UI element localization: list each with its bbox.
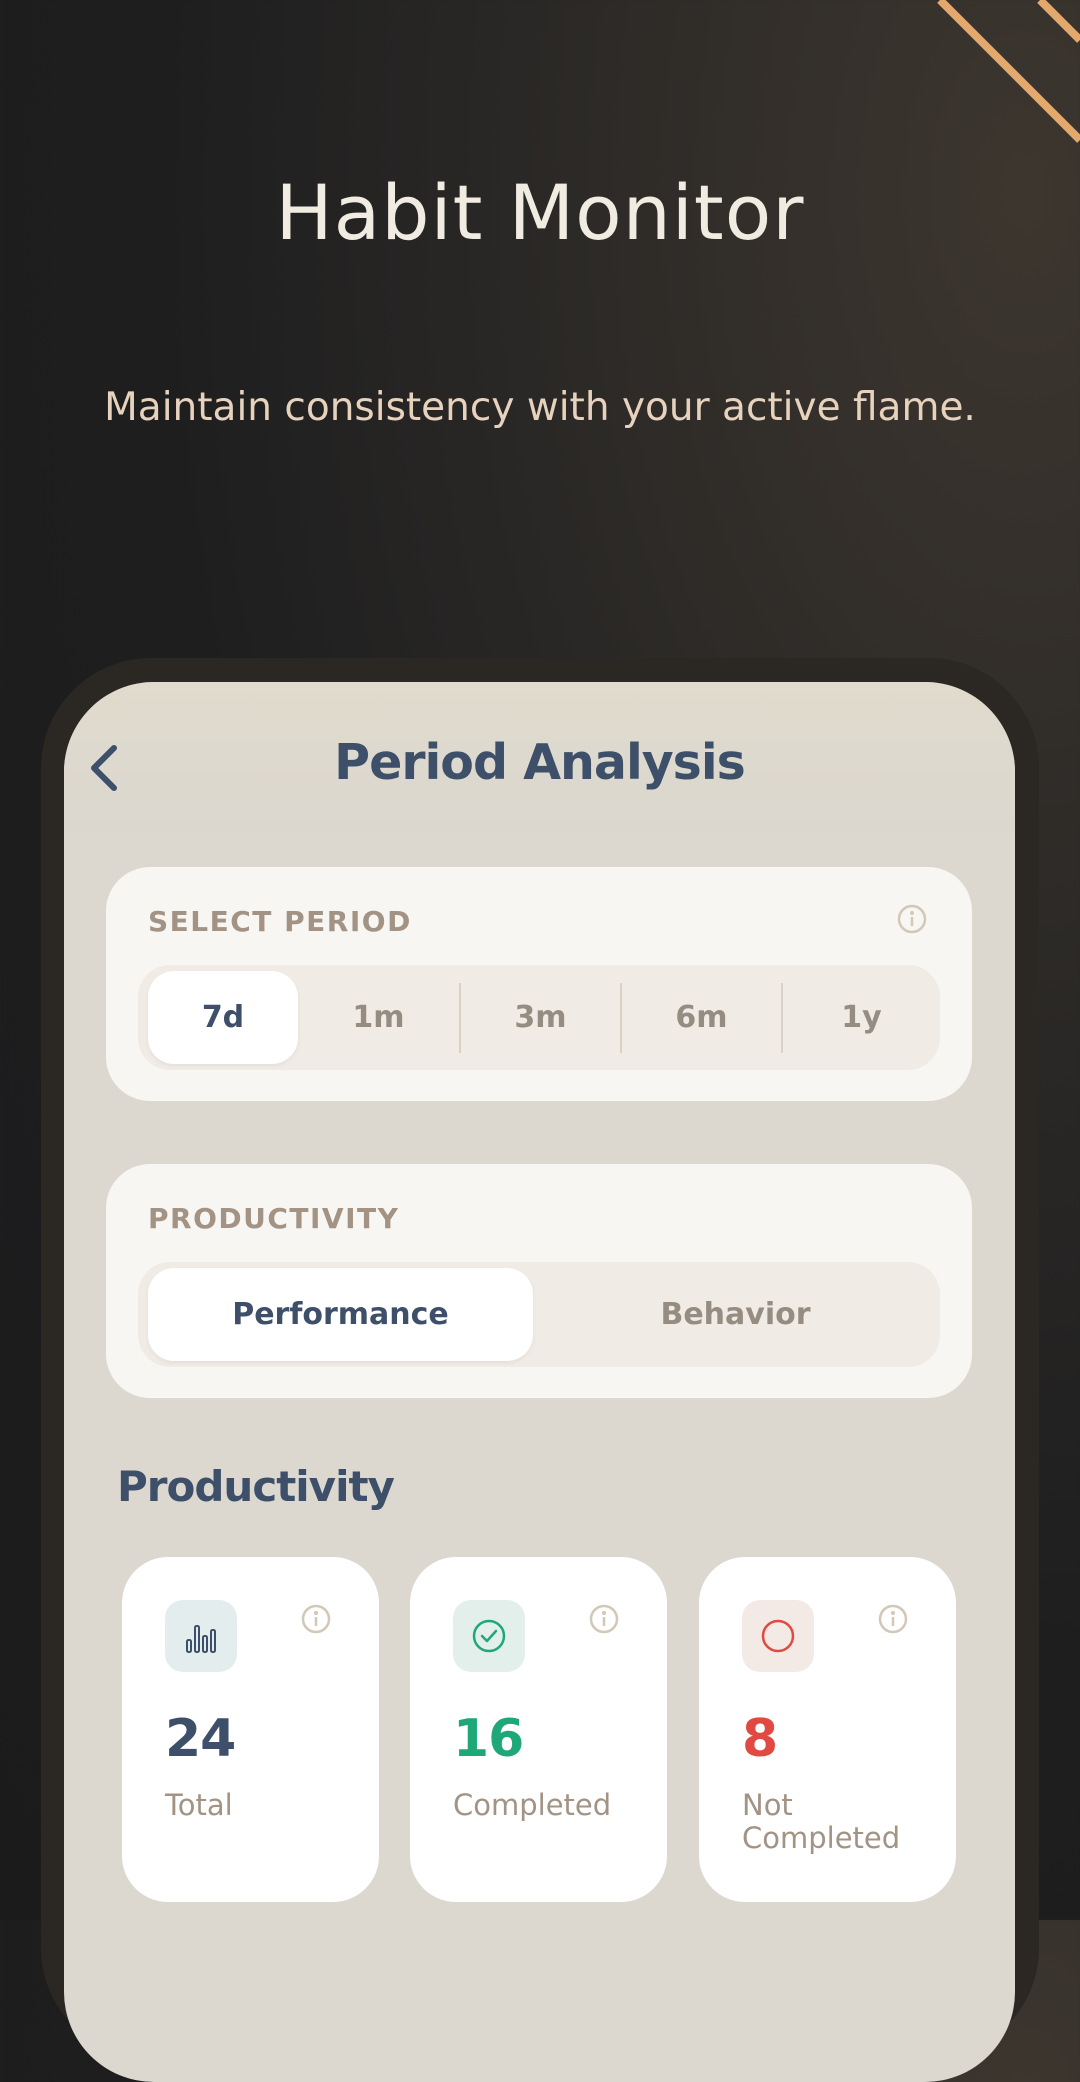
period-option-1m[interactable]: 1m: [298, 965, 459, 1070]
stat-label-completed: Completed: [453, 1788, 612, 1822]
stat-icon-box: [453, 1600, 525, 1672]
info-icon[interactable]: [588, 1603, 620, 1635]
stat-icon-box: [742, 1600, 814, 1672]
hero-title: Habit Monitor: [275, 168, 805, 257]
circle-icon: [761, 1619, 795, 1653]
stat-value-not-completed: 8: [742, 1709, 778, 1769]
productivity-toggle-card: PRODUCTIVITY Performance Behavior: [106, 1164, 972, 1398]
productivity-segmented-control: Performance Behavior: [138, 1262, 940, 1367]
check-circle-icon: [472, 1619, 506, 1653]
page-title: Period Analysis: [334, 734, 746, 791]
period-option-7d[interactable]: 7d: [148, 971, 298, 1064]
stat-value-completed: 16: [453, 1709, 524, 1769]
stat-icon-box: [165, 1600, 237, 1672]
stat-card-total[interactable]: 24 Total: [122, 1557, 379, 1902]
hero-subtitle: Maintain consistency with your active fl…: [104, 385, 976, 430]
stat-label-total: Total: [165, 1788, 233, 1822]
stat-label-not-completed: Not Completed: [742, 1788, 901, 1855]
tab-performance[interactable]: Performance: [148, 1268, 533, 1361]
info-icon[interactable]: [896, 903, 928, 935]
period-option-6m[interactable]: 6m: [622, 965, 781, 1070]
period-option-3m[interactable]: 3m: [461, 965, 620, 1070]
bar-chart-icon: [186, 1625, 216, 1653]
phone-screen: Period Analysis SELECT PERIOD 7d 1m 3m 6…: [64, 682, 1015, 2082]
app-header: Period Analysis: [64, 682, 1015, 832]
info-icon[interactable]: [877, 1603, 909, 1635]
info-icon[interactable]: [300, 1603, 332, 1635]
stat-value-total: 24: [165, 1709, 236, 1769]
period-label: SELECT PERIOD: [148, 905, 412, 938]
section-title: Productivity: [117, 1462, 395, 1511]
productivity-label: PRODUCTIVITY: [148, 1202, 400, 1235]
period-selector-card: SELECT PERIOD 7d 1m 3m 6m 1y: [106, 867, 972, 1101]
period-segmented-control: 7d 1m 3m 6m 1y: [138, 965, 940, 1070]
stat-card-completed[interactable]: 16 Completed: [410, 1557, 667, 1902]
tab-behavior[interactable]: Behavior: [538, 1262, 933, 1367]
stat-card-not-completed[interactable]: 8 Not Completed: [699, 1557, 956, 1902]
period-option-1y[interactable]: 1y: [783, 965, 940, 1070]
